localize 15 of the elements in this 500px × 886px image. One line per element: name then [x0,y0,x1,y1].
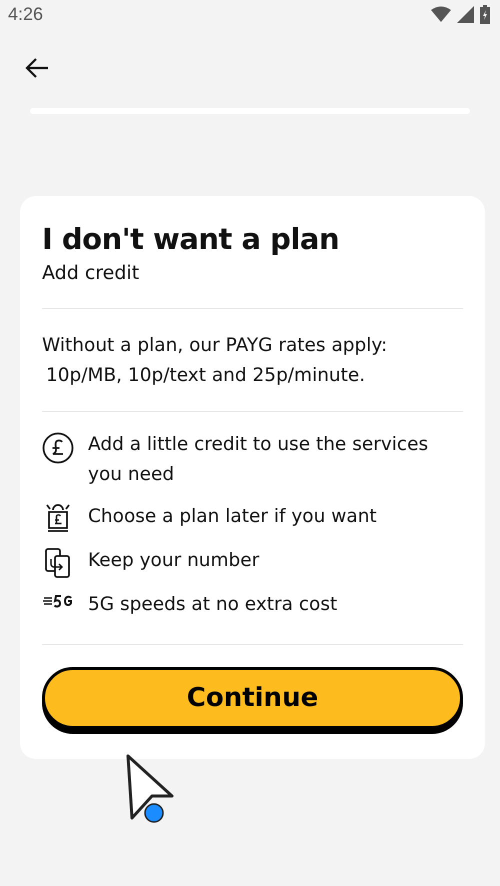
signal-icon [457,6,474,22]
feature-text: Add a little credit to use the services you need [88,433,430,487]
fast-5g-icon [42,592,74,610]
feature-text: Choose a plan later if you want [88,505,377,529]
pound-coin-icon [42,432,74,464]
shop-sign-icon [45,504,71,534]
card-subtitle: Add credit [42,262,140,284]
phones-icon [44,548,72,578]
feature-text: Keep your number [88,549,260,573]
battery-icon [480,4,490,24]
status-time: 4:26 [8,4,44,24]
card-title: I don't want a plan [42,222,340,256]
wifi-icon [431,6,451,22]
rates-text: Without a plan, our PAYG rates apply: 10p/MB, 10p/text and 25p/minute. [42,334,388,388]
feature-text: 5G speeds at no extra cost [88,593,338,617]
